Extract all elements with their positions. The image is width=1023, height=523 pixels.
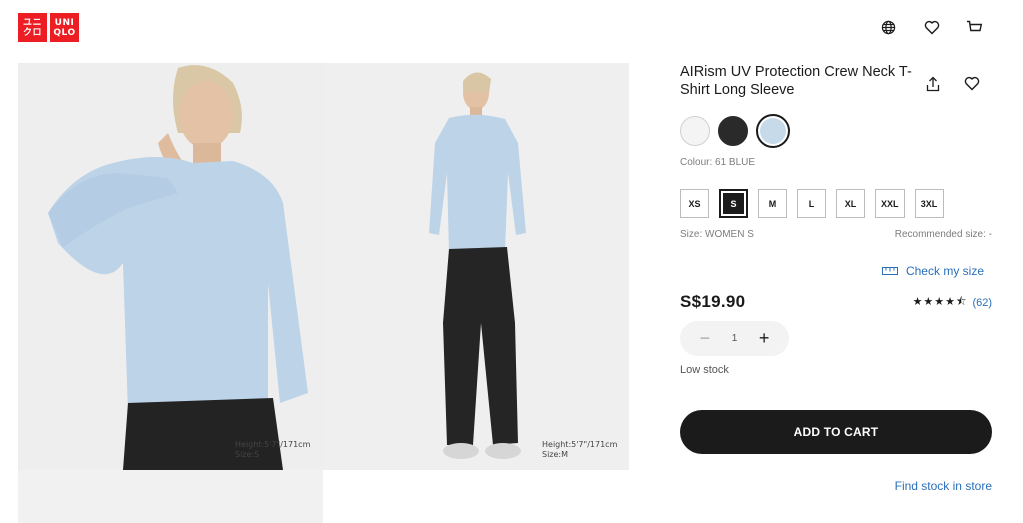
caption-height: Height:5'7"/171cm	[235, 440, 311, 449]
quantity-value: 1	[731, 333, 738, 344]
find-stock-link[interactable]: Find stock in store	[895, 479, 992, 493]
product-image-closeup[interactable]: Height:5'7"/171cm Size:S	[18, 63, 323, 470]
recommended-size: Recommended size: -	[894, 229, 992, 240]
model-closeup-illustration	[18, 63, 323, 470]
size-option-xs[interactable]: XS	[680, 189, 709, 218]
cart-icon[interactable]	[964, 17, 985, 38]
quantity-stepper: − 1 +	[680, 321, 789, 356]
size-option-l[interactable]: L	[797, 189, 826, 218]
size-option-m[interactable]: M	[758, 189, 787, 218]
size-label: Size: WOMEN S	[680, 229, 754, 240]
increase-quantity-button[interactable]: +	[753, 328, 775, 350]
colour-label: Colour: 61 BLUE	[680, 157, 756, 168]
colour-swatches	[680, 114, 790, 148]
header-actions	[878, 17, 985, 38]
logo-text-line: ユニ	[22, 17, 42, 28]
rating-stars: ★★★★⯪	[912, 296, 968, 308]
check-size-label: Check my size	[905, 264, 984, 278]
size-option-3xl[interactable]: 3XL	[914, 189, 944, 218]
logo-text-line: UNI	[54, 17, 75, 28]
rating[interactable]: ★★★★⯪ (62)	[913, 293, 992, 312]
add-to-cart-button[interactable]: ADD TO CART	[680, 410, 992, 454]
logo-katakana: ユニ クロ	[18, 13, 47, 42]
uniqlo-logo[interactable]: ユニ クロ UNI QLO	[18, 13, 79, 42]
model-fullbody-illustration	[323, 63, 629, 470]
image-caption: Height:5'7"/171cm Size:S	[235, 440, 310, 460]
caption-height: Height:5'7"/171cm	[542, 440, 618, 449]
decrease-quantity-button[interactable]: −	[694, 328, 716, 350]
share-icon[interactable]	[922, 73, 943, 94]
stock-status: Low stock	[680, 364, 729, 376]
review-count[interactable]: (62)	[972, 297, 992, 309]
size-option-xxl[interactable]: XXL	[875, 189, 905, 218]
caption-size: Size:S	[235, 450, 260, 459]
product-title: AIRism UV Protection Crew Neck T-Shirt L…	[680, 64, 912, 98]
check-my-size-link[interactable]: Check my size	[881, 264, 984, 278]
product-image-thumbnail[interactable]	[18, 470, 323, 523]
colour-swatch-blue[interactable]	[756, 114, 790, 148]
colour-swatch-black[interactable]	[718, 116, 748, 146]
product-info-panel: AIRism UV Protection Crew Neck T-Shirt L…	[680, 63, 992, 493]
ruler-icon	[881, 267, 898, 275]
size-option-xl[interactable]: XL	[836, 189, 865, 218]
size-selector: XS S M L XL XXL 3XL	[680, 189, 944, 218]
colour-swatch-white[interactable]	[680, 116, 710, 146]
logo-text-line: QLO	[53, 27, 76, 38]
heart-icon[interactable]	[921, 17, 942, 38]
product-price: S$19.90	[680, 292, 746, 311]
title-actions	[922, 73, 982, 94]
globe-icon[interactable]	[878, 17, 899, 38]
image-caption: Height:5'7"/171cm Size:M	[542, 440, 617, 460]
logo-latin: UNI QLO	[50, 13, 79, 42]
logo-text-line: クロ	[22, 27, 42, 38]
size-option-s[interactable]: S	[719, 189, 748, 218]
product-gallery: Height:5'7"/171cm Size:S Height:5'7"/171…	[18, 63, 629, 523]
favorite-heart-icon[interactable]	[961, 73, 982, 94]
product-image-fullbody[interactable]: Height:5'7"/171cm Size:M	[323, 63, 629, 470]
caption-size: Size:M	[542, 450, 569, 459]
